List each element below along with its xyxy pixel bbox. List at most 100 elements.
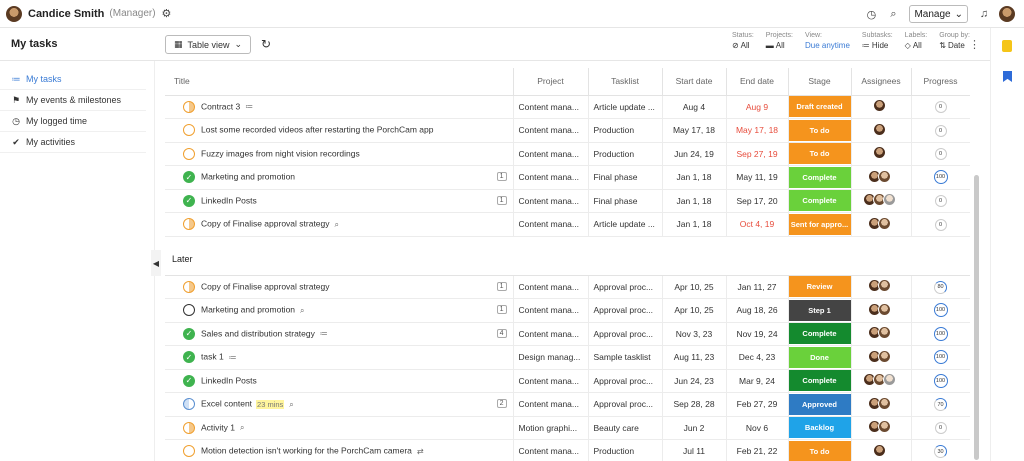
stage-cell[interactable]: Sent for appro...: [788, 212, 852, 237]
notes-icon[interactable]: [1002, 40, 1012, 52]
status-circle-icon[interactable]: [183, 398, 195, 411]
table-row[interactable]: Copy of Finalise approval strategy 1 Conte…: [165, 275, 970, 299]
column-header-6[interactable]: Assignees: [851, 68, 912, 96]
assignees-cell[interactable]: [851, 95, 912, 119]
stage-cell[interactable]: Complete: [788, 189, 852, 213]
task-title[interactable]: Copy of Finalise approval strategy: [201, 281, 330, 291]
status-circle-icon[interactable]: [183, 100, 195, 113]
stage-cell[interactable]: Complete: [788, 165, 852, 190]
view-selector[interactable]: ▦ Table view ⌄: [165, 35, 252, 54]
filter-value[interactable]: ▬ All: [766, 41, 793, 50]
stage-cell[interactable]: Done: [788, 345, 852, 370]
assignees-cell[interactable]: [851, 212, 912, 237]
bell-icon[interactable]: ♫: [975, 5, 993, 23]
stage-badge[interactable]: Complete: [788, 370, 850, 392]
column-header-3[interactable]: Start date: [662, 68, 727, 96]
table-row[interactable]: Motion detection isn't working for the P…: [165, 439, 970, 461]
status-circle-icon[interactable]: [183, 218, 195, 231]
scrollbar[interactable]: [974, 175, 979, 460]
assignees-cell[interactable]: [851, 189, 912, 213]
column-header-2[interactable]: Tasklist: [588, 68, 663, 96]
comment-count[interactable]: 1: [496, 281, 507, 291]
check-circle-icon[interactable]: ✓: [183, 194, 195, 207]
filter-value[interactable]: ◇ All: [905, 41, 928, 50]
status-circle-icon[interactable]: [183, 124, 195, 137]
check-circle-icon[interactable]: ✓: [183, 351, 195, 364]
stage-cell[interactable]: Draft created: [788, 95, 852, 119]
comment-count[interactable]: 2: [496, 399, 507, 408]
table-row[interactable]: Copy of Finalise approval strategy ⌕ Conte…: [165, 212, 970, 237]
status-circle-icon[interactable]: [183, 445, 195, 458]
assignees-cell[interactable]: [851, 298, 912, 323]
assignees-cell[interactable]: [851, 439, 912, 461]
status-circle-icon[interactable]: [183, 147, 195, 160]
sidebar-item-1[interactable]: ⚑ My events & milestones: [0, 90, 146, 111]
avatar[interactable]: [878, 349, 891, 363]
avatar[interactable]: [883, 373, 896, 387]
assignees-cell[interactable]: [851, 369, 912, 393]
stage-cell[interactable]: Approved: [788, 392, 852, 417]
table-row[interactable]: ✓ LinkedIn Posts 1 Content mana... Final pha…: [165, 189, 970, 213]
assignees-cell[interactable]: [851, 345, 912, 370]
column-header-7[interactable]: Progress: [911, 68, 970, 96]
stage-badge[interactable]: Step 1: [788, 299, 850, 321]
task-title[interactable]: Marketing and promotion: [201, 172, 295, 182]
more-options-icon[interactable]: ⋮: [969, 38, 980, 51]
avatar[interactable]: [873, 99, 886, 113]
task-title[interactable]: Motion detection isn't working for the P…: [201, 446, 412, 456]
search-icon[interactable]: ⌕: [884, 5, 902, 23]
avatar[interactable]: [883, 193, 896, 207]
task-title[interactable]: Copy of Finalise approval strategy: [201, 219, 330, 229]
sidebar-item-2[interactable]: ◷ My logged time: [0, 111, 146, 132]
avatar[interactable]: [878, 396, 891, 410]
table-row[interactable]: Activity 1 ⌕ Motion graphi... Beauty care Ju…: [165, 416, 970, 440]
task-title[interactable]: Marketing and promotion: [201, 305, 295, 315]
task-title[interactable]: Fuzzy images from night vision recording…: [201, 148, 360, 158]
user-avatar[interactable]: [6, 5, 22, 22]
table-row[interactable]: Contract 3 ≔ Content mana... Article update…: [165, 95, 970, 119]
assignees-cell[interactable]: [851, 416, 912, 440]
stage-cell[interactable]: Backlog: [788, 416, 852, 440]
table-row[interactable]: ✓ LinkedIn Posts Content mana... Approval p…: [165, 369, 970, 393]
task-title-cell[interactable]: Contract 3 ≔: [165, 95, 514, 119]
filter-value[interactable]: ≔ Hide: [862, 41, 893, 50]
assignees-cell[interactable]: [851, 118, 912, 143]
task-title-cell[interactable]: ✓ LinkedIn Posts 1: [165, 189, 514, 213]
avatar[interactable]: [878, 326, 891, 340]
profile-avatar[interactable]: [999, 6, 1015, 22]
comment-count[interactable]: 1: [496, 172, 507, 181]
filter-1[interactable]: Projects: ▬ All: [766, 32, 793, 50]
table-row[interactable]: ✓ Sales and distribution strategy ≔ 4 Conten…: [165, 322, 970, 346]
filter-3[interactable]: Subtasks: ≔ Hide: [862, 32, 893, 50]
status-circle-icon[interactable]: [183, 280, 195, 293]
task-title[interactable]: LinkedIn Posts: [201, 375, 257, 385]
column-header-5[interactable]: Stage: [788, 68, 852, 96]
column-header-1[interactable]: Project: [513, 68, 589, 96]
stage-badge[interactable]: Complete: [788, 323, 850, 345]
avatar[interactable]: [878, 169, 891, 183]
comment-count[interactable]: 1: [496, 195, 507, 205]
table-row[interactable]: Lost some recorded videos after restarti…: [165, 118, 970, 143]
avatar[interactable]: [878, 279, 891, 293]
stage-badge[interactable]: Sent for appro...: [788, 213, 850, 235]
assignees-cell[interactable]: [851, 322, 912, 346]
comment-count[interactable]: 1: [496, 305, 507, 314]
collapse-sidebar-button[interactable]: ◀: [151, 250, 161, 276]
bookmark-icon[interactable]: [1003, 71, 1012, 82]
assignees-cell[interactable]: [851, 142, 912, 166]
task-title[interactable]: task 1: [201, 352, 224, 362]
gear-icon[interactable]: ⚙: [162, 7, 172, 20]
task-title-cell[interactable]: Excel content 23 mins ⌕ 2: [165, 392, 514, 417]
task-title[interactable]: Contract 3: [201, 101, 240, 111]
sidebar-item-0[interactable]: ≔ My tasks: [0, 69, 146, 90]
stage-badge[interactable]: Complete: [788, 166, 850, 188]
filter-5[interactable]: Group by: ⇅ Date: [939, 32, 970, 50]
task-title[interactable]: Activity 1: [201, 422, 235, 432]
task-title[interactable]: Lost some recorded videos after restarti…: [201, 125, 433, 135]
task-title-cell[interactable]: Fuzzy images from night vision recording…: [165, 142, 514, 166]
status-circle-icon[interactable]: [183, 421, 195, 434]
avatar[interactable]: [878, 216, 891, 230]
task-title-cell[interactable]: ✓ task 1 ≔: [165, 345, 514, 370]
stage-badge[interactable]: To do: [788, 119, 850, 141]
stage-badge[interactable]: Draft created: [788, 96, 850, 118]
